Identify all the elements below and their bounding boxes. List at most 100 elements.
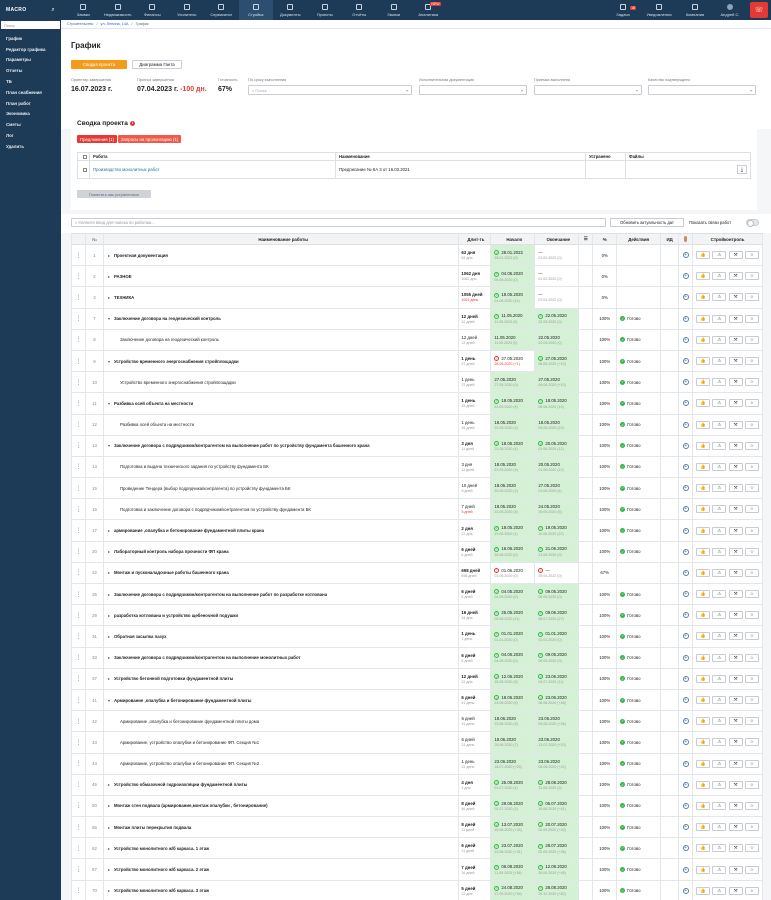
sidebar-item-0[interactable]: График <box>0 33 61 44</box>
links-toggle[interactable] <box>746 219 759 227</box>
plus-circle-icon[interactable]: + <box>682 802 689 809</box>
star-icon[interactable]: ☆ <box>744 568 759 577</box>
work-name-cell[interactable]: ▾ Заключение договора с подрядчиком/контр… <box>104 435 460 456</box>
table-row[interactable]: ⋮ 7 ▾ Заключение договора на геодезический … <box>72 308 763 330</box>
start-cell[interactable]: 11.05.2020 11.05.2020 (0) <box>491 329 536 350</box>
start-cell[interactable]: ✓ 18.06.2020 23.06.2020 (5) <box>491 689 536 711</box>
work-name-cell[interactable]: ▸ РАЗНОЕ <box>104 266 460 287</box>
warning-icon[interactable]: ⚠ <box>712 844 727 853</box>
drag-handle-icon[interactable]: ⋮ <box>72 266 86 287</box>
thumbs-up-icon[interactable]: 👍 <box>696 844 711 853</box>
end-cell[interactable]: ✓ 09.05.2020 09.05.2020 (0) <box>535 584 580 605</box>
drag-handle-icon[interactable]: ⋮ <box>72 774 86 795</box>
nav-item-6[interactable]: Документы <box>273 0 308 20</box>
plus-circle-icon[interactable]: + <box>682 569 689 576</box>
thumbs-up-icon[interactable]: 👍 <box>696 251 711 260</box>
plus-circle-icon[interactable]: + <box>682 612 689 619</box>
end-cell[interactable]: 24.05.2020 29.05.2020 (5) <box>535 499 580 520</box>
work-name-cell[interactable]: ▸ Обратная засыпка пазух <box>104 626 460 647</box>
table-row[interactable]: ⋮ 14 Подготовка и выдача технического зада… <box>72 456 764 479</box>
end-cell[interactable]: —01.02.2022 (0) <box>535 245 580 266</box>
start-cell[interactable]: ✓ 23.07.2020 23.08.2020 (+31) <box>491 838 536 859</box>
end-cell[interactable]: ✓ 09.06.2020 06.07.2020 (27) <box>535 605 580 626</box>
hammer-icon[interactable]: ⚒ <box>728 738 743 747</box>
expand-caret-icon[interactable]: ▸ <box>108 253 110 258</box>
nav-right-item-2[interactable]: Компания <box>677 3 713 17</box>
hammer-icon[interactable]: ⚒ <box>728 526 743 535</box>
work-name-cell[interactable]: ▸ армирование ,опалубка и бетонирование ф… <box>104 520 460 541</box>
start-cell[interactable]: ✓ 24.08.2020 27.09.2020 (+34) <box>491 880 536 900</box>
plus-circle-icon[interactable]: + <box>682 336 689 343</box>
expand-caret-icon[interactable]: ▸ <box>108 592 110 597</box>
start-cell[interactable]: ✓ 04.05.2020 04.05.2020 (0) <box>491 647 536 668</box>
plus-circle-icon[interactable]: + <box>682 739 689 746</box>
work-name-cell[interactable]: Армирование ,опалубка и бетонирование фу… <box>104 711 460 732</box>
star-icon[interactable]: ☆ <box>744 251 759 260</box>
star-icon[interactable]: ☆ <box>744 314 759 323</box>
drag-handle-icon[interactable]: ⋮ <box>72 329 86 350</box>
work-name-cell[interactable]: ▸ Устройство монолитного ж/б каркаса. 1 э… <box>104 838 460 859</box>
plus-circle-icon[interactable]: + <box>682 294 689 301</box>
work-link[interactable]: Производство монолитных работ <box>90 161 336 178</box>
warning-icon[interactable]: ⚠ <box>712 462 727 471</box>
warning-icon[interactable]: ⚠ <box>712 886 727 895</box>
nav-right-item-1[interactable]: Уведомления <box>641 3 677 17</box>
drag-handle-icon[interactable]: ⋮ <box>72 478 86 499</box>
thumbs-up-icon[interactable]: 👍 <box>696 590 711 599</box>
star-icon[interactable]: ☆ <box>744 823 759 832</box>
expand-caret-icon[interactable]: ▾ <box>108 698 110 703</box>
end-cell[interactable]: —07.04.2022 (0) <box>535 287 580 308</box>
work-name-cell[interactable]: ▸ Устройство бетонной подготовки фундамен… <box>104 668 460 689</box>
hammer-icon[interactable]: ⚒ <box>728 568 743 577</box>
table-row[interactable]: ⋮ 17 ▸ армирование ,опалубка и бетонировани… <box>72 520 763 542</box>
star-icon[interactable]: ☆ <box>744 632 759 641</box>
start-cell[interactable]: 27.05.2020 27.05.2020 (0) <box>491 372 536 393</box>
hammer-icon[interactable]: ⚒ <box>728 547 743 556</box>
thumbs-up-icon[interactable]: 👍 <box>696 420 711 429</box>
start-cell[interactable]: ✓ 25.05.2020 05.06.2020 (11) <box>491 605 536 626</box>
thumbs-up-icon[interactable]: 👍 <box>696 484 711 493</box>
warning-icon[interactable]: ⚠ <box>712 399 727 408</box>
start-cell[interactable]: ✓ 04.05.2020 04.05.2020 (0) <box>491 584 536 605</box>
plus-circle-icon[interactable]: + <box>682 654 689 661</box>
start-cell[interactable]: ✓ 04.05.2020 04.05.2020 (0) <box>491 266 536 287</box>
expand-caret-icon[interactable]: ▸ <box>108 549 110 554</box>
hammer-icon[interactable]: ⚒ <box>728 674 743 683</box>
plus-circle-icon[interactable]: + <box>682 887 689 894</box>
star-icon[interactable]: ☆ <box>744 696 759 705</box>
drag-handle-icon[interactable]: ⋮ <box>72 541 86 562</box>
start-cell[interactable]: ✓ 18.05.2020 19.05.2020 (1) <box>491 520 536 541</box>
drag-handle-icon[interactable]: ⋮ <box>72 456 86 478</box>
hammer-icon[interactable]: ⚒ <box>728 886 743 895</box>
drag-handle-icon[interactable]: ⋮ <box>72 393 86 414</box>
thumbs-up-icon[interactable]: 👍 <box>696 632 711 641</box>
plus-circle-icon[interactable]: + <box>682 506 689 513</box>
end-cell[interactable]: ✓ 12.08.2020 26.09.2020 (+45) <box>535 859 580 880</box>
expand-caret-icon[interactable]: ▾ <box>108 401 110 406</box>
end-cell[interactable]: ✓ 19.05.2020 10.06.2020 (22) <box>535 520 580 541</box>
plus-circle-icon[interactable]: + <box>682 485 689 492</box>
hammer-icon[interactable]: ⚒ <box>728 611 743 620</box>
hammer-icon[interactable]: ⚒ <box>728 462 743 471</box>
nav-item-9[interactable]: Звонки <box>377 0 412 20</box>
end-cell[interactable]: 23.06.2020 08.08.2020 (+46) <box>535 711 580 732</box>
table-row[interactable]: ⋮ 62 ▸ Устройство монолитного ж/б каркаса. … <box>72 838 763 860</box>
star-icon[interactable]: ☆ <box>744 780 759 789</box>
start-cell[interactable]: 18.05.2020 20.05.2020 (2) <box>491 478 536 499</box>
table-row[interactable]: ⋮ 56 ▸ Монтаж плиты перекрытия подвала 8 дне… <box>72 817 763 839</box>
table-row[interactable]: ⋮ 2 ▸ РАЗНОЕ 1062 дня 1062 дня ✓ 04.05.2020 04.0… <box>72 266 763 288</box>
end-cell[interactable]: 22.05.2020 22.05.2020 (0) <box>535 329 580 350</box>
thumbs-up-icon[interactable]: 👍 <box>696 272 711 281</box>
end-cell[interactable]: 27.05.2020 06.06.2020 (+10) <box>535 372 580 393</box>
end-cell[interactable]: 23.06.2020 13.07.2020 (+20) <box>535 732 580 753</box>
expand-caret-icon[interactable]: ▾ <box>108 443 110 448</box>
star-icon[interactable]: ☆ <box>744 674 759 683</box>
work-name-cell[interactable]: Разбивка осей объекта на местности <box>104 414 460 435</box>
star-icon[interactable]: ☆ <box>744 526 759 535</box>
column-header-name[interactable]: Наименование работы <box>104 234 460 244</box>
warning-icon[interactable]: ⚠ <box>712 823 727 832</box>
end-cell[interactable]: ✓ 20.05.2020 01.06.2020 (12) <box>535 435 580 456</box>
table-row[interactable]: ⋮ 11 ▾ Разбивка осей объекта на местности 1 … <box>72 393 763 415</box>
thumbs-up-icon[interactable]: 👍 <box>696 823 711 832</box>
hammer-icon[interactable]: ⚒ <box>728 293 743 302</box>
